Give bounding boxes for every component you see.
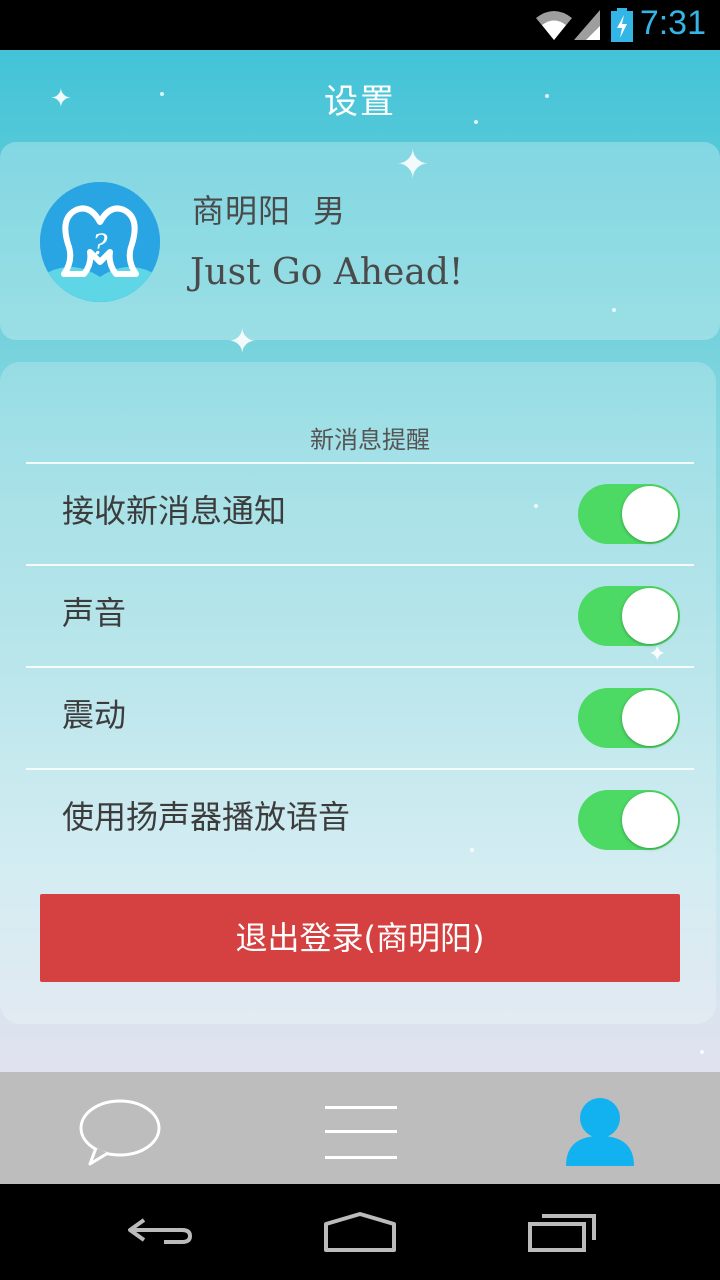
profile-name-row: 商明阳男 (192, 186, 368, 232)
setting-label-vibrate: 震动 (62, 696, 127, 734)
setting-label-sound: 声音 (62, 594, 127, 632)
logout-button[interactable]: 退出登录(商明阳) (40, 894, 680, 982)
back-icon[interactable] (124, 1210, 196, 1258)
wifi-icon (534, 8, 574, 46)
person-icon (566, 1098, 634, 1166)
section-title: 新消息提醒 (310, 426, 430, 454)
chat-bubble-icon (79, 1099, 161, 1166)
divider (26, 462, 694, 464)
system-nav-bar (0, 1184, 720, 1280)
heart-question-logo-icon: ? (40, 182, 160, 302)
profile-motto: Just Go Ahead! (190, 252, 464, 293)
battery-charging-icon (610, 8, 634, 46)
status-bar: 7:31 (0, 0, 720, 50)
settings-screen: ✦ ✦ ✦ ✦ 设置 ? 商明阳男 Just Go Ahead! 新消息提醒 接… (0, 50, 720, 1072)
toggle-knob (622, 588, 678, 644)
page-title: 设置 (324, 82, 396, 122)
tab-profile[interactable] (540, 1072, 660, 1184)
toggle-knob (622, 690, 678, 746)
profile-card[interactable]: ? 商明阳男 Just Go Ahead! (0, 142, 720, 340)
profile-gender: 男 (313, 192, 347, 230)
setting-label-speaker-playback: 使用扬声器播放语音 (62, 798, 351, 836)
svg-text:?: ? (92, 228, 108, 261)
divider (26, 768, 694, 770)
setting-label-new-message-notify: 接收新消息通知 (62, 492, 287, 530)
toggle-knob (622, 486, 678, 542)
new-message-notify-toggle[interactable] (578, 484, 680, 544)
signal-icon (572, 8, 602, 46)
divider (26, 564, 694, 566)
notification-settings-card: 新消息提醒 接收新消息通知 声音 震动 使用扬声器播放语音 退出登录(商明阳) (0, 362, 716, 1024)
status-clock: 7:31 (639, 4, 706, 42)
tab-messages[interactable] (60, 1072, 180, 1184)
tab-menu[interactable] (300, 1072, 420, 1184)
vibrate-toggle[interactable] (578, 688, 680, 748)
bottom-tab-bar (0, 1072, 720, 1184)
divider (26, 666, 694, 668)
star-dot (700, 1050, 704, 1054)
speaker-playback-toggle[interactable] (578, 790, 680, 850)
sound-toggle[interactable] (578, 586, 680, 646)
toggle-knob (622, 792, 678, 848)
profile-name: 商明阳 (192, 192, 292, 230)
home-icon[interactable] (322, 1210, 398, 1258)
avatar[interactable]: ? (40, 182, 160, 302)
recents-icon[interactable] (526, 1210, 600, 1258)
menu-icon (325, 1106, 397, 1159)
